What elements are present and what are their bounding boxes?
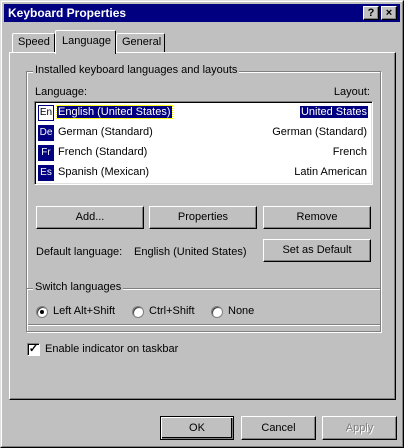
tab-speed[interactable]: Speed (12, 33, 55, 52)
radio-selected-dot (40, 310, 44, 314)
tab-language-label: Language (62, 35, 111, 47)
ctrl-shift-radio[interactable] (132, 306, 144, 318)
list-item-language: French (Standard) (58, 146, 148, 158)
switch-group-label: Switch languages (33, 281, 124, 293)
left-alt-shift-radio[interactable] (36, 306, 48, 318)
set-as-default-button[interactable]: Set as Default (263, 239, 371, 262)
list-item-layout: German (Standard) (272, 126, 367, 138)
tab-language[interactable]: Language (55, 30, 116, 54)
checkmark-icon: ✓ (28, 343, 39, 355)
list-item-layout: French (332, 146, 367, 158)
none-label[interactable]: None (228, 305, 254, 317)
list-item-layout: United States (299, 106, 368, 118)
tab-general-label: General (122, 36, 162, 48)
list-item-spanish[interactable]: Es Spanish (Mexican) Latin American (37, 163, 370, 183)
none-radio[interactable] (211, 306, 223, 318)
title-bar[interactable]: Keyboard Properties ? × (4, 4, 400, 22)
list-item-layout: Latin American (294, 166, 367, 178)
close-button[interactable]: × (381, 6, 397, 20)
language-code-badge: Es (38, 165, 54, 181)
remove-button[interactable]: Remove (263, 206, 371, 229)
enable-indicator-label[interactable]: Enable indicator on taskbar (45, 343, 178, 355)
language-code-badge: Fr (38, 145, 54, 161)
language-code-badge: De (38, 125, 54, 141)
language-tab-panel: Installed keyboard languages and layouts… (9, 52, 396, 400)
default-language-label: Default language: (36, 246, 123, 258)
installed-group-label: Installed keyboard languages and layouts (33, 64, 240, 76)
list-item-german[interactable]: De German (Standard) German (Standard) (37, 123, 370, 143)
language-list[interactable]: En English (United States) United States… (34, 101, 373, 185)
enable-indicator-checkbox[interactable]: ✓ (27, 343, 40, 356)
tab-speed-label: Speed (18, 36, 50, 48)
close-icon: × (385, 7, 393, 19)
switch-languages-group: Switch languages Left Alt+Shift Ctrl+Shi… (26, 281, 381, 332)
help-icon: ? (367, 7, 375, 19)
list-item-french[interactable]: Fr French (Standard) French (37, 143, 370, 163)
add-button[interactable]: Add... (36, 206, 144, 229)
language-code-badge: En (38, 105, 54, 121)
window-title: Keyboard Properties (8, 6, 127, 20)
layout-column-header: Layout: (333, 86, 370, 98)
ctrl-shift-label[interactable]: Ctrl+Shift (149, 305, 195, 317)
list-item-language: Spanish (Mexican) (58, 166, 150, 178)
default-language-value: English (United States) (134, 246, 247, 258)
ok-button[interactable]: OK (160, 416, 234, 440)
help-button[interactable]: ? (363, 6, 379, 20)
window-frame: Keyboard Properties ? × Speed Language G… (1, 1, 403, 447)
language-column-header: Language: (35, 86, 87, 98)
tab-general[interactable]: General (116, 33, 165, 52)
properties-button[interactable]: Properties (149, 206, 257, 229)
cancel-button[interactable]: Cancel (241, 416, 316, 440)
list-item-language: German (Standard) (58, 126, 153, 138)
left-alt-shift-label[interactable]: Left Alt+Shift (53, 305, 115, 317)
list-item-language: English (United States) (56, 105, 173, 119)
keyboard-properties-window: Keyboard Properties ? × Speed Language G… (0, 0, 404, 448)
list-item-english[interactable]: En English (United States) United States (37, 103, 370, 123)
apply-button[interactable]: Apply (322, 416, 397, 440)
